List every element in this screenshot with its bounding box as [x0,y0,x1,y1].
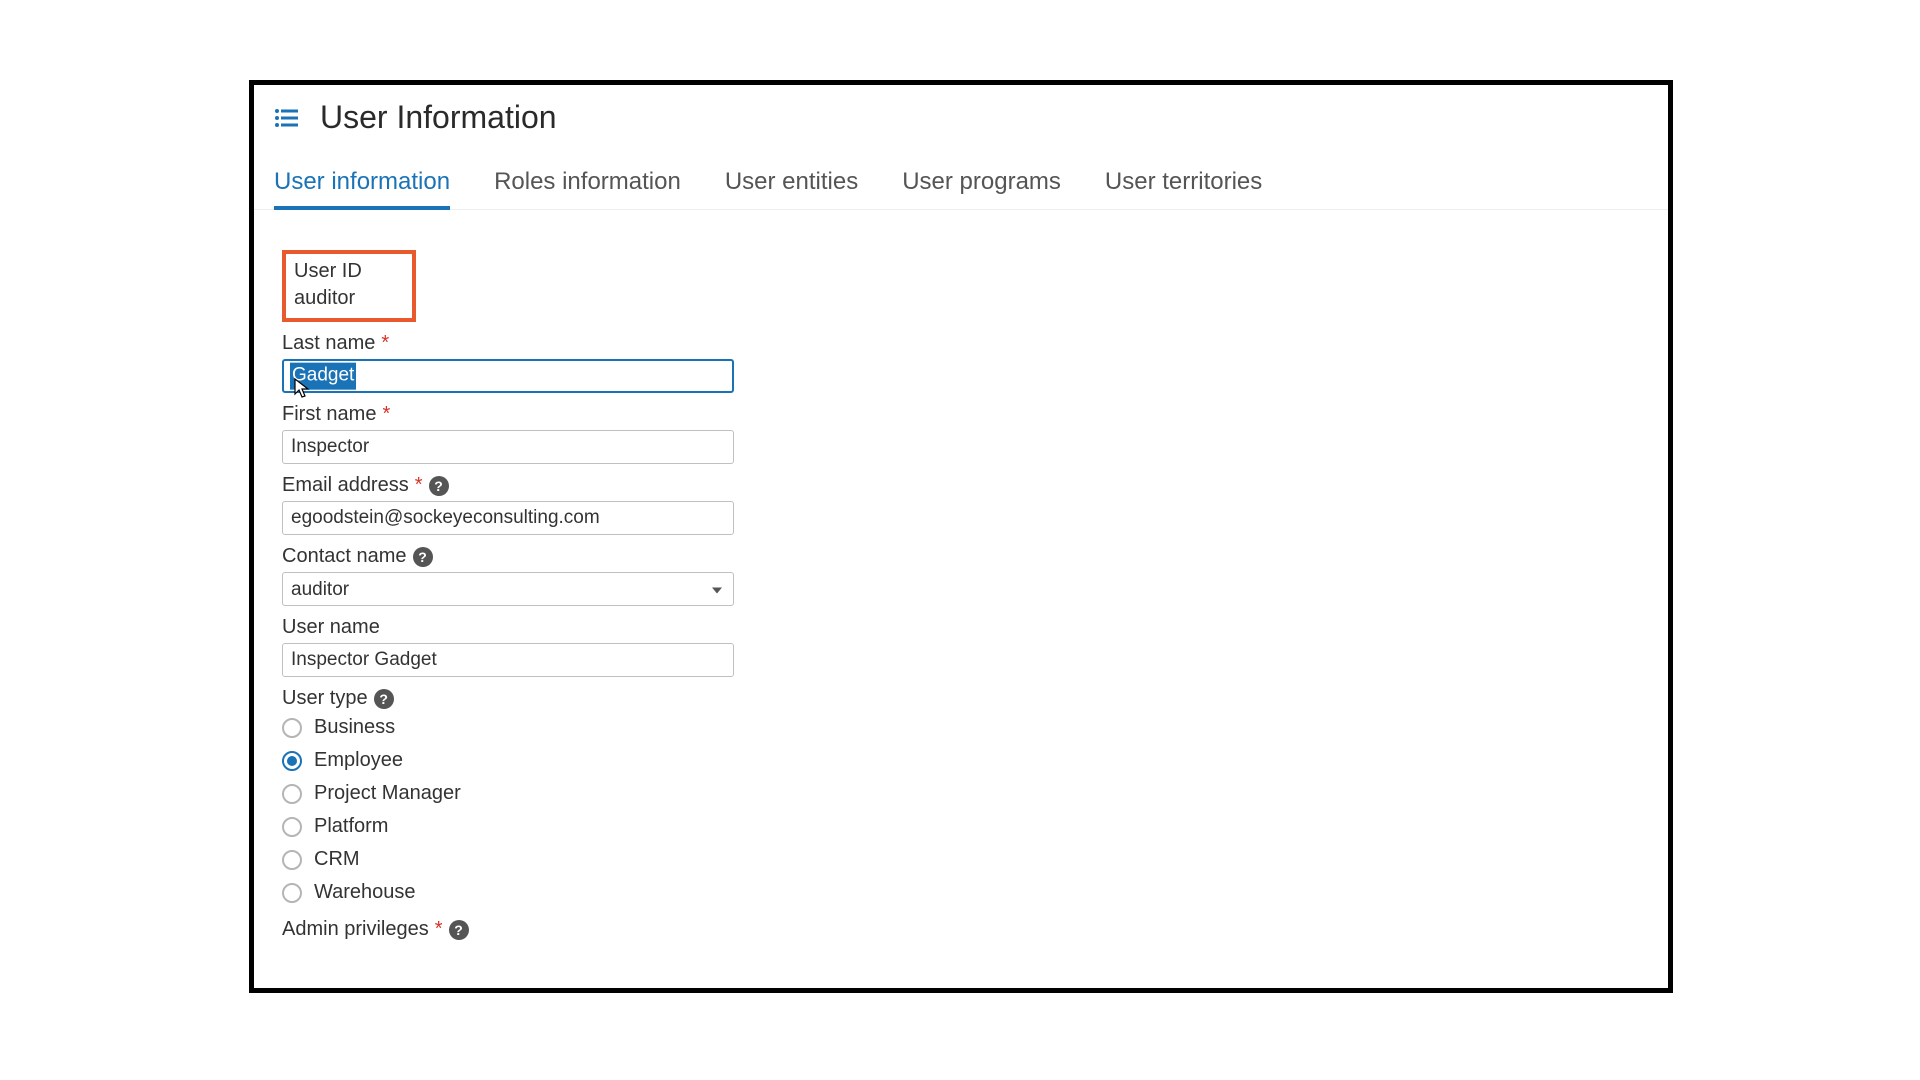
radio-label: Employee [314,749,403,772]
contact-name-group: Contact name ? auditor [282,545,1648,606]
radio-icon [282,751,302,771]
radio-business[interactable]: Business [282,716,1648,739]
help-icon[interactable]: ? [429,476,449,496]
app-window: User Information User information Roles … [249,80,1673,993]
tab-user-information[interactable]: User information [274,168,450,210]
last-name-label: Last name [282,332,375,355]
menu-list-icon[interactable] [274,108,298,128]
radio-icon [282,718,302,738]
user-id-label: User ID [294,260,362,283]
radio-warehouse[interactable]: Warehouse [282,881,1648,904]
user-name-label: User name [282,616,380,639]
radio-icon [282,883,302,903]
radio-label: CRM [314,848,360,871]
last-name-selected-text: Gadget [290,363,356,390]
help-icon[interactable]: ? [374,689,394,709]
last-name-group: Last name * Gadget [282,332,1648,393]
required-star-icon: * [382,403,390,426]
contact-name-select[interactable]: auditor [282,572,734,606]
required-star-icon: * [415,474,423,497]
form-area: User ID auditor Last name * Gadget First… [254,210,1668,971]
first-name-group: First name * [282,403,1648,464]
tab-roles-information[interactable]: Roles information [494,168,681,209]
admin-privileges-group: Admin privileges * ? [282,918,1648,941]
email-input[interactable] [282,501,734,535]
tab-user-territories[interactable]: User territories [1105,168,1262,209]
radio-label: Platform [314,815,388,838]
radio-label: Project Manager [314,782,461,805]
admin-privileges-label: Admin privileges [282,918,429,941]
radio-employee[interactable]: Employee [282,749,1648,772]
tab-user-entities[interactable]: User entities [725,168,858,209]
tab-user-programs[interactable]: User programs [902,168,1061,209]
page-title: User Information [320,99,557,136]
radio-crm[interactable]: CRM [282,848,1648,871]
email-group: Email address * ? [282,474,1648,535]
user-type-group: User type ? Business Employee Project Ma… [282,687,1648,904]
user-id-highlight: User ID auditor [282,250,416,322]
first-name-input[interactable] [282,430,734,464]
radio-icon [282,850,302,870]
radio-label: Warehouse [314,881,416,904]
required-star-icon: * [381,332,389,355]
email-label: Email address [282,474,409,497]
radio-icon [282,784,302,804]
help-icon[interactable]: ? [449,920,469,940]
tab-bar: User information Roles information User … [254,150,1668,210]
help-icon[interactable]: ? [413,547,433,567]
user-id-value: auditor [294,287,362,310]
radio-icon [282,817,302,837]
required-star-icon: * [435,918,443,941]
page-header: User Information [254,85,1668,150]
radio-project-manager[interactable]: Project Manager [282,782,1648,805]
user-type-radio-group: Business Employee Project Manager Platfo… [282,716,1648,904]
user-name-input[interactable] [282,643,734,677]
radio-label: Business [314,716,395,739]
radio-platform[interactable]: Platform [282,815,1648,838]
contact-name-label: Contact name [282,545,407,568]
user-name-group: User name [282,616,1648,677]
first-name-label: First name [282,403,376,426]
user-type-label: User type [282,687,368,710]
